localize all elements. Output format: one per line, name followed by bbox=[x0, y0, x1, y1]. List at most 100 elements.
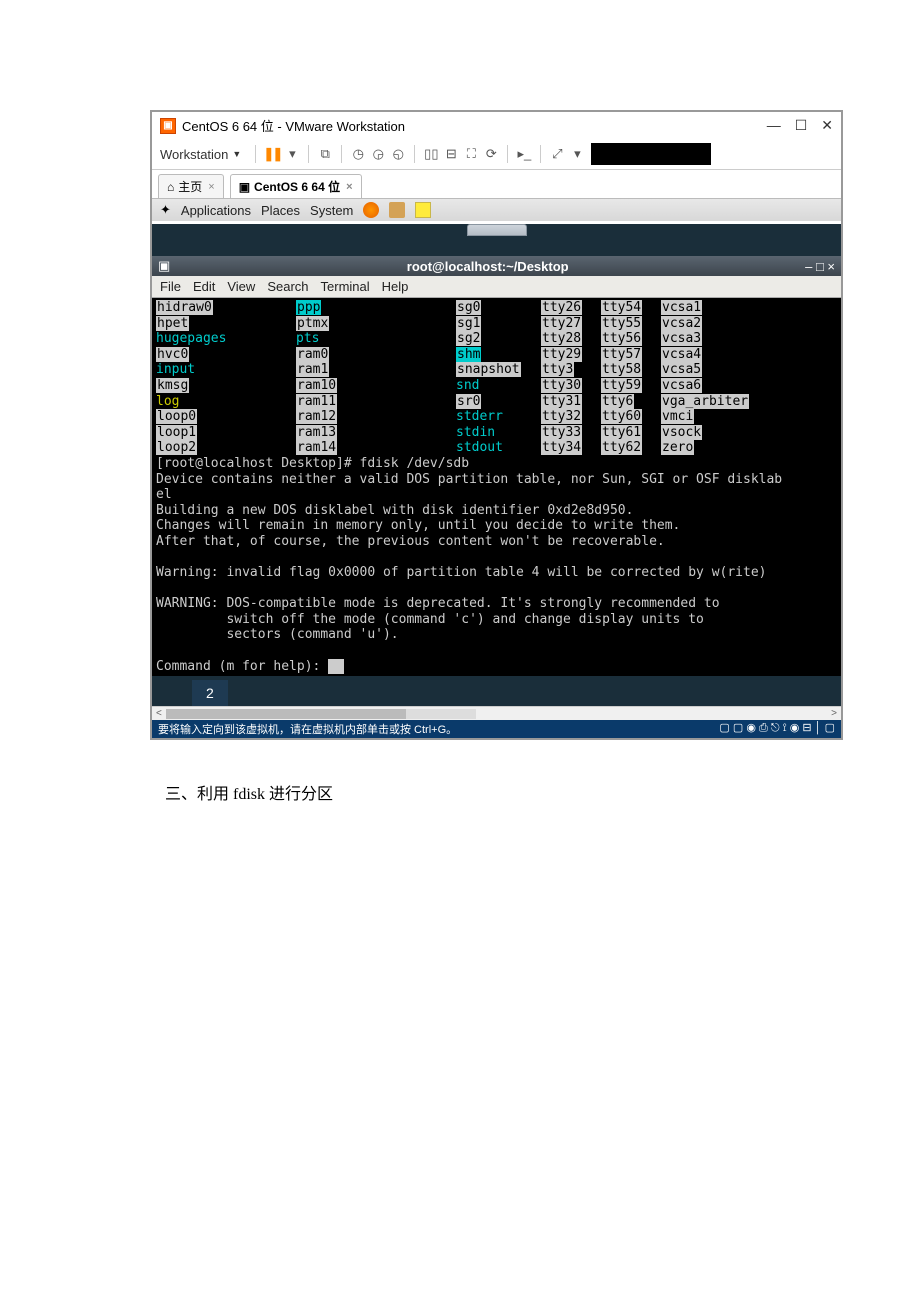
window-title: CentOS 6 64 位 - VMware Workstation bbox=[182, 116, 767, 135]
workspace-badge[interactable]: 2 bbox=[192, 680, 228, 706]
minimize-button[interactable]: — bbox=[767, 117, 781, 134]
dev-entry: stdout bbox=[456, 440, 503, 455]
stretch-button[interactable]: ⤢ bbox=[547, 145, 567, 163]
dev-entry: sg2 bbox=[456, 331, 481, 346]
tab-vm-label: CentOS 6 64 位 bbox=[254, 178, 340, 195]
tab-home-label: 主页 bbox=[178, 178, 202, 195]
dev-entry: tty33 bbox=[541, 425, 582, 440]
dev-entry: ram11 bbox=[296, 394, 337, 409]
vm-tab-icon: ▣ bbox=[239, 180, 250, 194]
dev-entry: vcsa1 bbox=[661, 300, 702, 315]
dev-entry: ptmx bbox=[296, 316, 329, 331]
dev-entry: tty32 bbox=[541, 409, 582, 424]
dev-entry: tty27 bbox=[541, 316, 582, 331]
close-icon[interactable]: × bbox=[346, 181, 352, 193]
cycle-button[interactable]: ⟳ bbox=[481, 145, 501, 163]
revert-button[interactable]: ◶ bbox=[368, 145, 388, 163]
tile-button[interactable]: ▯▯ bbox=[421, 145, 441, 163]
dev-entry: tty60 bbox=[601, 409, 642, 424]
dev-entry: hpet bbox=[156, 316, 189, 331]
status-hint: 要将输入定向到该虚拟机，请在虚拟机内部单击或按 Ctrl+G。 bbox=[158, 721, 457, 737]
dev-entry: log bbox=[156, 394, 179, 409]
terminal-menubar: File Edit View Search Terminal Help bbox=[152, 276, 841, 298]
dev-entry: tty57 bbox=[601, 347, 642, 362]
terminal-tab-handle[interactable] bbox=[467, 224, 527, 236]
terminal-window: ▣ root@localhost:~/Desktop – □ × File Ed… bbox=[152, 256, 841, 676]
chevron-down-icon[interactable]: ▼ bbox=[232, 149, 241, 159]
terminal-close-button[interactable]: × bbox=[827, 259, 835, 274]
dev-entry: hvc0 bbox=[156, 347, 189, 362]
dev-entry: hugepages bbox=[156, 331, 226, 346]
menu-file[interactable]: File bbox=[160, 279, 181, 294]
tab-vm[interactable]: ▣ CentOS 6 64 位 × bbox=[230, 174, 362, 198]
status-icons: ▢ ▢ ◉ ⎙ ⎋ ⟟ ◉ ⊟ │ ▢ bbox=[719, 721, 835, 737]
dev-entry: sg1 bbox=[456, 316, 481, 331]
dev-entry: vga_arbiter bbox=[661, 394, 749, 409]
dev-entry: kmsg bbox=[156, 378, 189, 393]
terminal-title: root@localhost:~/Desktop bbox=[170, 259, 805, 274]
horizontal-scrollbar[interactable]: < > bbox=[152, 706, 841, 720]
file-manager-icon[interactable] bbox=[389, 202, 405, 218]
maximize-button[interactable]: ☐ bbox=[795, 117, 808, 134]
pause-button[interactable]: ❚❚ bbox=[262, 145, 282, 163]
menu-edit[interactable]: Edit bbox=[193, 279, 215, 294]
dev-entry: snapshot bbox=[456, 362, 521, 377]
vm-desktop bbox=[152, 224, 841, 256]
firefox-icon[interactable] bbox=[363, 202, 379, 218]
dev-entry: ram1 bbox=[296, 362, 329, 377]
dev-entry: pts bbox=[296, 331, 319, 346]
vmware-statusbar: 要将输入定向到该虚拟机，请在虚拟机内部单击或按 Ctrl+G。 ▢ ▢ ◉ ⎙ … bbox=[152, 720, 841, 738]
menu-terminal[interactable]: Terminal bbox=[321, 279, 370, 294]
dev-entry: loop1 bbox=[156, 425, 197, 440]
dropdown-icon[interactable]: ▾ bbox=[282, 145, 302, 163]
dev-entry: shm bbox=[456, 347, 481, 362]
send-ctrl-alt-del-button[interactable]: ⧉ bbox=[315, 145, 335, 163]
dev-entry: tty28 bbox=[541, 331, 582, 346]
snapshot-button[interactable]: ◷ bbox=[348, 145, 368, 163]
unity-button[interactable]: ⊟ bbox=[441, 145, 461, 163]
tab-home[interactable]: ⌂ 主页 × bbox=[158, 174, 224, 198]
terminal-body[interactable]: hidraw0pppsg0tty26tty54vcsa1hpetptmxsg1t… bbox=[152, 298, 841, 676]
fullscreen-button[interactable]: ⛶ bbox=[461, 145, 481, 163]
notes-icon[interactable] bbox=[415, 202, 431, 218]
terminal-minimize-button[interactable]: – bbox=[805, 259, 816, 274]
dev-entry: tty3 bbox=[541, 362, 574, 377]
terminal-maximize-button[interactable]: □ bbox=[816, 259, 827, 274]
menu-view[interactable]: View bbox=[227, 279, 255, 294]
dev-entry: tty54 bbox=[601, 300, 642, 315]
dev-entry: ram10 bbox=[296, 378, 337, 393]
system-menu[interactable]: System bbox=[310, 203, 353, 218]
dev-entry: tty6 bbox=[601, 394, 634, 409]
tab-bar: ⌂ 主页 × ▣ CentOS 6 64 位 × bbox=[152, 170, 841, 198]
scroll-left-icon[interactable]: < bbox=[152, 708, 166, 719]
close-icon[interactable]: × bbox=[208, 181, 214, 193]
scroll-right-icon[interactable]: > bbox=[827, 708, 841, 719]
close-button[interactable]: ✕ bbox=[821, 117, 833, 134]
dev-entry: vcsa6 bbox=[661, 378, 702, 393]
applications-menu[interactable]: Applications bbox=[181, 203, 251, 218]
window-titlebar: ▣ CentOS 6 64 位 - VMware Workstation — ☐… bbox=[152, 112, 841, 139]
dropdown2-icon[interactable]: ▾ bbox=[567, 145, 587, 163]
manage-button[interactable]: ◵ bbox=[388, 145, 408, 163]
dev-entry: tty30 bbox=[541, 378, 582, 393]
terminal-cursor bbox=[328, 659, 344, 674]
dev-entry: vcsa3 bbox=[661, 331, 702, 346]
workstation-menu[interactable]: Workstation bbox=[160, 147, 228, 162]
menu-help[interactable]: Help bbox=[382, 279, 409, 294]
places-menu[interactable]: Places bbox=[261, 203, 300, 218]
dev-entry: vcsa5 bbox=[661, 362, 702, 377]
vmware-window: ▣ CentOS 6 64 位 - VMware Workstation — ☐… bbox=[150, 110, 843, 740]
dev-entry: ram12 bbox=[296, 409, 337, 424]
dev-entry: ram13 bbox=[296, 425, 337, 440]
console-button[interactable]: ▸_ bbox=[514, 145, 534, 163]
dev-entry: loop2 bbox=[156, 440, 197, 455]
dev-entry: tty31 bbox=[541, 394, 582, 409]
gnome-panel: ✦ Applications Places System bbox=[152, 198, 841, 221]
menu-search[interactable]: Search bbox=[267, 279, 308, 294]
dev-entry: tty55 bbox=[601, 316, 642, 331]
vmware-icon: ▣ bbox=[160, 118, 176, 134]
document-caption: 三、利用 fdisk 进行分区 bbox=[165, 780, 920, 804]
dev-entry: loop0 bbox=[156, 409, 197, 424]
dev-entry: vsock bbox=[661, 425, 702, 440]
dev-entry: vcsa4 bbox=[661, 347, 702, 362]
